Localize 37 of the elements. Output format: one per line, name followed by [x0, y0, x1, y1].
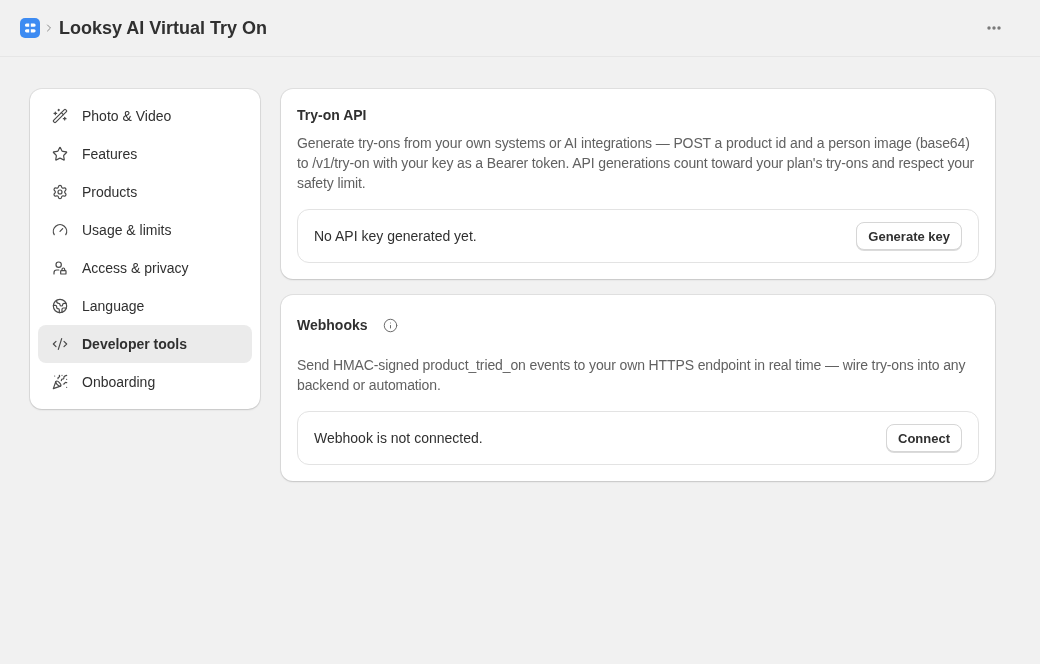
- card-title: Webhooks: [297, 316, 368, 335]
- sidebar-item-label: Photo & Video: [82, 108, 172, 124]
- sidebar-item[interactable]: Access & privacy: [38, 249, 252, 287]
- page-title: Looksy AI Virtual Try On: [59, 17, 268, 39]
- code-icon: [52, 336, 68, 352]
- sidebar-item-label: Products: [82, 184, 138, 200]
- sidebar-item[interactable]: Features: [38, 135, 252, 173]
- user-lock-icon: [52, 260, 68, 276]
- sidebar-item[interactable]: Usage & limits: [38, 211, 252, 249]
- status-text: No API key generated yet.: [314, 228, 477, 244]
- star-icon: [52, 146, 68, 162]
- sidebar-item-label: Access & privacy: [82, 260, 189, 276]
- more-icon: [987, 26, 1001, 30]
- action-button[interactable]: Connect: [886, 424, 962, 452]
- sidebar-item-label: Onboarding: [82, 374, 156, 390]
- sidebar-item[interactable]: Onboarding: [38, 363, 252, 401]
- gauge-icon: [52, 222, 68, 238]
- status-text: Webhook is not connected.: [314, 430, 483, 446]
- sidebar-item[interactable]: Language: [38, 287, 252, 325]
- globe-icon: [52, 298, 68, 314]
- sidebar-item-label: Usage & limits: [82, 222, 172, 238]
- app-logo-icon: [20, 18, 40, 38]
- magic-wand-icon: [52, 108, 68, 124]
- gear-icon: [52, 184, 68, 200]
- card-title: Try-on API: [297, 106, 367, 125]
- info-icon: [382, 317, 398, 333]
- sidebar-item[interactable]: Developer tools: [38, 325, 252, 363]
- sidebar-item[interactable]: Products: [38, 173, 252, 211]
- sidebar-item-label: Developer tools: [82, 336, 188, 352]
- sidebar-item-label: Features: [82, 146, 138, 162]
- party-popper-icon: [52, 374, 68, 390]
- card-description: Generate try-ons from your own systems or AI integrations — POST a product id and a person image (base64) to /v1/try-on with your key as a Bearer token. API generations count toward your plan's try-ons and respect your safety limit.: [297, 134, 976, 193]
- info-button[interactable]: [382, 317, 398, 333]
- sidebar-item-label: Language: [82, 298, 145, 314]
- action-button[interactable]: Generate key: [856, 222, 962, 250]
- card-description: Send HMAC-signed product_tried_on events to your own HTTPS endpoint in real time — wire try-ons into any backend or automation.: [297, 356, 967, 395]
- sidebar-item[interactable]: Photo & Video: [38, 97, 252, 135]
